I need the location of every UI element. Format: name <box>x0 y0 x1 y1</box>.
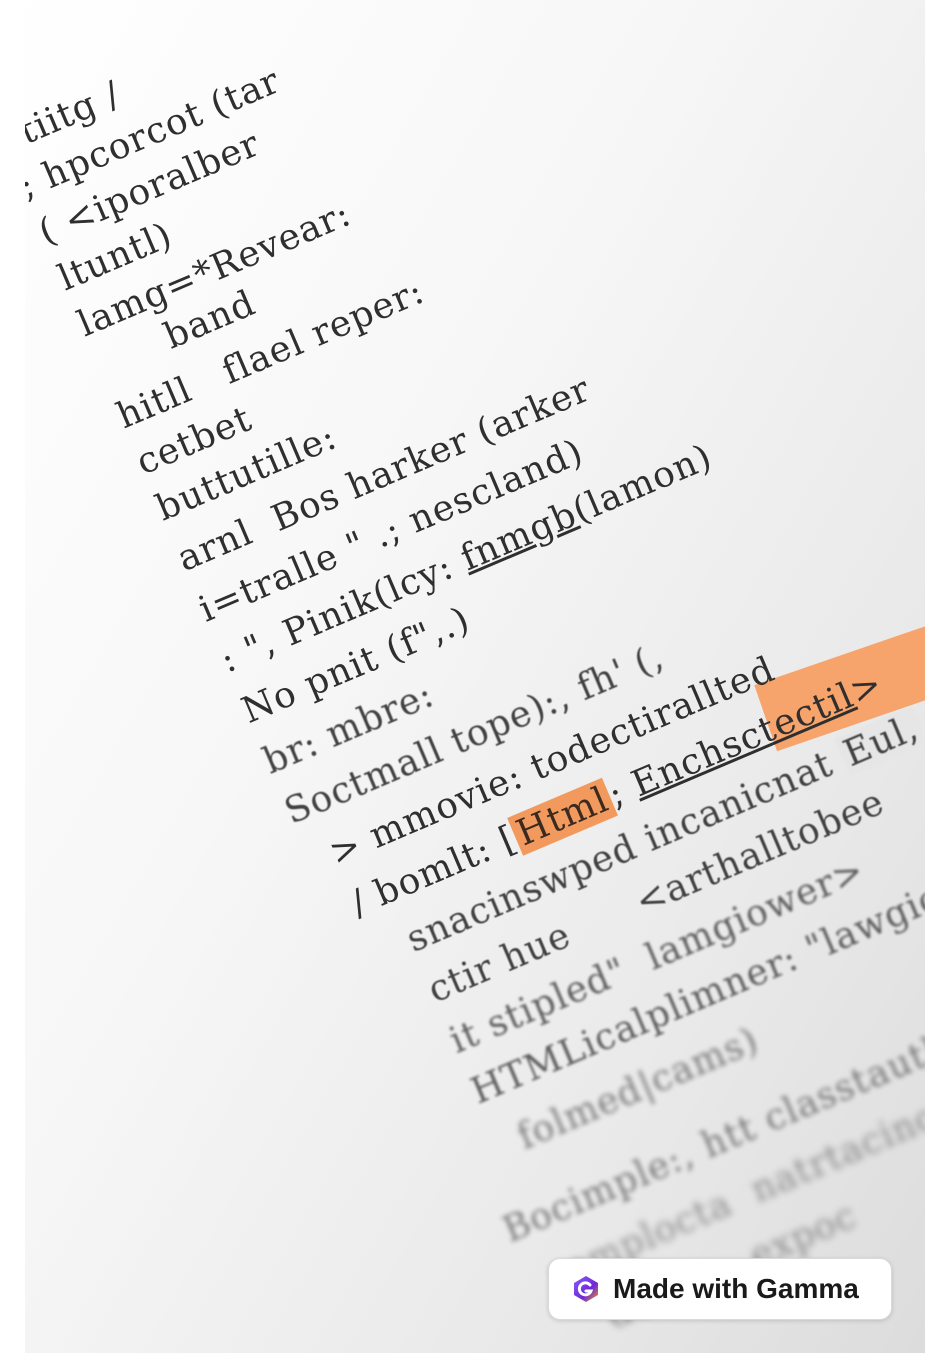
code-printout: ctiitg / ; hpcorcot (tar ( <iporalber lt… <box>25 0 925 1353</box>
made-with-gamma-badge[interactable]: Made with Gamma <box>548 1258 892 1320</box>
left-margin <box>0 0 25 1353</box>
photo-page: ctiitg / ; hpcorcot (tar ( <iporalber lt… <box>0 0 925 1353</box>
badge-label: Made with Gamma <box>613 1273 859 1304</box>
gamma-logo-icon <box>574 1276 598 1302</box>
code-block: ctiitg / ; hpcorcot (tar ( <iporalber lt… <box>25 0 925 1337</box>
